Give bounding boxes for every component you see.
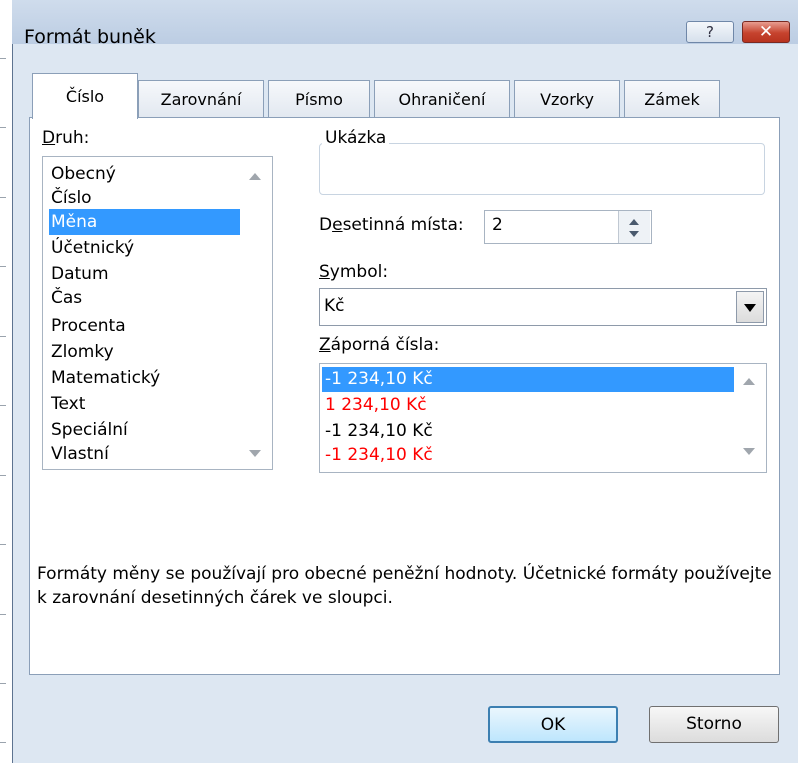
grid-tick [0,197,6,198]
dialog-title: Formát buněk [24,26,156,48]
grid-tick [0,742,6,743]
symbol-label: Symbol: [319,262,389,282]
grid-tick [0,614,6,615]
list-item-selected[interactable]: -1 234,10 Kč [322,367,737,392]
grid-tick [0,58,6,59]
list-item[interactable]: Procenta [49,313,241,339]
tab-fill[interactable]: Vzorky [514,80,620,118]
list-item[interactable]: Účetnický [49,235,241,261]
scroll-down-icon[interactable] [743,448,755,455]
category-label: Druh: [42,128,90,148]
tab-protection[interactable]: Zámek [624,80,720,118]
sheet-edge [0,0,12,763]
grid-tick [0,336,6,337]
list-item[interactable]: -1 234,10 Kč [322,419,737,444]
help-button[interactable]: ? [686,21,734,43]
spin-up-icon[interactable] [629,219,639,225]
tab-alignment[interactable]: Zarovnání [138,80,264,118]
tab-font[interactable]: Písmo [268,80,370,118]
ok-button[interactable]: OK [488,706,618,743]
sample-group [319,143,765,195]
list-item[interactable]: Zlomky [49,339,241,365]
grid-tick [0,683,6,684]
chevron-down-icon [744,304,756,312]
category-list[interactable]: Obecný Číslo Měna Účetnický Datum Čas Pr… [42,156,273,470]
list-item[interactable]: -1 234,10 Kč [322,443,737,468]
decimal-spinner[interactable] [618,211,650,243]
list-item[interactable]: Číslo [49,187,241,209]
grid-tick [0,405,6,406]
category-scrollbar[interactable] [240,157,272,469]
grid-tick [0,127,6,128]
scroll-down-icon[interactable] [249,450,261,457]
list-item[interactable]: Obecný [49,161,241,187]
symbol-value: Kč [324,296,345,316]
grid-tick [0,266,6,267]
scroll-up-icon[interactable] [249,173,261,180]
list-item[interactable]: Text [49,391,241,417]
list-item[interactable]: Speciální [49,417,241,443]
symbol-dropdown[interactable] [319,288,767,326]
close-button[interactable]: ✕ [742,21,790,43]
list-item[interactable]: Datum [49,261,241,287]
negative-numbers-scrollbar[interactable] [734,364,766,472]
spin-down-icon[interactable] [629,231,639,237]
scroll-up-icon[interactable] [743,378,755,385]
list-item-selected[interactable]: Měna [49,209,241,235]
format-description: Formáty měny se používají pro obecné pen… [37,564,772,608]
tab-border[interactable]: Ohraničení [374,80,510,118]
list-item[interactable]: Matematický [49,365,241,391]
tab-number[interactable]: Číslo [32,73,138,119]
negative-numbers-label: Záporná čísla: [319,335,440,355]
list-item[interactable]: Čas [49,285,241,311]
cancel-button[interactable]: Storno [649,706,779,743]
decimal-places-value: 2 [492,215,503,235]
decimal-places-label: Desetinná místa: [319,215,464,235]
list-item[interactable]: Vlastní [49,441,241,467]
grid-tick [0,544,6,545]
grid-tick [0,475,6,476]
list-item[interactable]: 1 234,10 Kč [322,393,737,418]
negative-numbers-list[interactable]: -1 234,10 Kč 1 234,10 Kč -1 234,10 Kč -1… [319,363,767,473]
sample-label: Ukázka [322,128,390,148]
